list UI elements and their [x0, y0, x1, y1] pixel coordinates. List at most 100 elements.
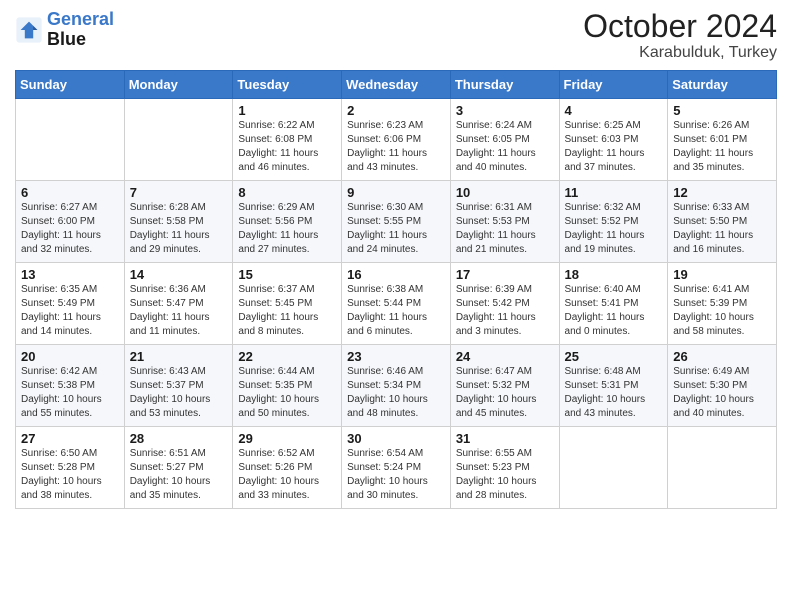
day-info: Sunrise: 6:42 AM Sunset: 5:38 PM Dayligh… [21, 365, 119, 421]
day-cell: 18Sunrise: 6:40 AM Sunset: 5:41 PM Dayli… [559, 263, 668, 345]
day-cell: 21Sunrise: 6:43 AM Sunset: 5:37 PM Dayli… [124, 345, 233, 427]
day-number: 15 [238, 267, 336, 282]
day-info: Sunrise: 6:25 AM Sunset: 6:03 PM Dayligh… [565, 119, 663, 175]
day-info: Sunrise: 6:49 AM Sunset: 5:30 PM Dayligh… [673, 365, 771, 421]
day-number: 27 [21, 431, 119, 446]
day-number: 26 [673, 349, 771, 364]
week-row-1: 1Sunrise: 6:22 AM Sunset: 6:08 PM Daylig… [16, 99, 777, 181]
day-info: Sunrise: 6:35 AM Sunset: 5:49 PM Dayligh… [21, 283, 119, 339]
day-cell [16, 99, 125, 181]
day-cell: 5Sunrise: 6:26 AM Sunset: 6:01 PM Daylig… [668, 99, 777, 181]
day-number: 20 [21, 349, 119, 364]
day-cell: 14Sunrise: 6:36 AM Sunset: 5:47 PM Dayli… [124, 263, 233, 345]
day-cell: 19Sunrise: 6:41 AM Sunset: 5:39 PM Dayli… [668, 263, 777, 345]
day-number: 22 [238, 349, 336, 364]
day-number: 5 [673, 103, 771, 118]
day-cell: 11Sunrise: 6:32 AM Sunset: 5:52 PM Dayli… [559, 181, 668, 263]
day-info: Sunrise: 6:51 AM Sunset: 5:27 PM Dayligh… [130, 447, 228, 503]
day-cell [124, 99, 233, 181]
day-number: 10 [456, 185, 554, 200]
day-info: Sunrise: 6:48 AM Sunset: 5:31 PM Dayligh… [565, 365, 663, 421]
day-info: Sunrise: 6:40 AM Sunset: 5:41 PM Dayligh… [565, 283, 663, 339]
day-info: Sunrise: 6:43 AM Sunset: 5:37 PM Dayligh… [130, 365, 228, 421]
month-title: October 2024 [583, 10, 777, 42]
day-number: 13 [21, 267, 119, 282]
weekday-header-saturday: Saturday [668, 71, 777, 99]
day-cell: 23Sunrise: 6:46 AM Sunset: 5:34 PM Dayli… [342, 345, 451, 427]
week-row-4: 20Sunrise: 6:42 AM Sunset: 5:38 PM Dayli… [16, 345, 777, 427]
day-cell: 31Sunrise: 6:55 AM Sunset: 5:23 PM Dayli… [450, 427, 559, 509]
day-cell: 26Sunrise: 6:49 AM Sunset: 5:30 PM Dayli… [668, 345, 777, 427]
logo-icon [15, 16, 43, 44]
day-info: Sunrise: 6:46 AM Sunset: 5:34 PM Dayligh… [347, 365, 445, 421]
calendar-table: SundayMondayTuesdayWednesdayThursdayFrid… [15, 70, 777, 509]
day-info: Sunrise: 6:38 AM Sunset: 5:44 PM Dayligh… [347, 283, 445, 339]
weekday-header-wednesday: Wednesday [342, 71, 451, 99]
day-cell: 12Sunrise: 6:33 AM Sunset: 5:50 PM Dayli… [668, 181, 777, 263]
day-number: 3 [456, 103, 554, 118]
day-number: 21 [130, 349, 228, 364]
day-number: 29 [238, 431, 336, 446]
week-row-2: 6Sunrise: 6:27 AM Sunset: 6:00 PM Daylig… [16, 181, 777, 263]
weekday-header-tuesday: Tuesday [233, 71, 342, 99]
day-number: 7 [130, 185, 228, 200]
day-cell: 8Sunrise: 6:29 AM Sunset: 5:56 PM Daylig… [233, 181, 342, 263]
day-number: 12 [673, 185, 771, 200]
day-cell: 13Sunrise: 6:35 AM Sunset: 5:49 PM Dayli… [16, 263, 125, 345]
day-number: 14 [130, 267, 228, 282]
title-block: October 2024 Karabulduk, Turkey [583, 10, 777, 62]
day-cell: 4Sunrise: 6:25 AM Sunset: 6:03 PM Daylig… [559, 99, 668, 181]
day-info: Sunrise: 6:32 AM Sunset: 5:52 PM Dayligh… [565, 201, 663, 257]
day-info: Sunrise: 6:23 AM Sunset: 6:06 PM Dayligh… [347, 119, 445, 175]
day-cell: 30Sunrise: 6:54 AM Sunset: 5:24 PM Dayli… [342, 427, 451, 509]
day-number: 17 [456, 267, 554, 282]
day-cell: 22Sunrise: 6:44 AM Sunset: 5:35 PM Dayli… [233, 345, 342, 427]
day-info: Sunrise: 6:55 AM Sunset: 5:23 PM Dayligh… [456, 447, 554, 503]
day-info: Sunrise: 6:52 AM Sunset: 5:26 PM Dayligh… [238, 447, 336, 503]
day-number: 28 [130, 431, 228, 446]
day-info: Sunrise: 6:28 AM Sunset: 5:58 PM Dayligh… [130, 201, 228, 257]
day-cell: 16Sunrise: 6:38 AM Sunset: 5:44 PM Dayli… [342, 263, 451, 345]
day-number: 16 [347, 267, 445, 282]
day-number: 18 [565, 267, 663, 282]
day-cell: 27Sunrise: 6:50 AM Sunset: 5:28 PM Dayli… [16, 427, 125, 509]
day-cell: 28Sunrise: 6:51 AM Sunset: 5:27 PM Dayli… [124, 427, 233, 509]
day-number: 11 [565, 185, 663, 200]
day-info: Sunrise: 6:50 AM Sunset: 5:28 PM Dayligh… [21, 447, 119, 503]
day-info: Sunrise: 6:31 AM Sunset: 5:53 PM Dayligh… [456, 201, 554, 257]
day-cell: 9Sunrise: 6:30 AM Sunset: 5:55 PM Daylig… [342, 181, 451, 263]
day-info: Sunrise: 6:39 AM Sunset: 5:42 PM Dayligh… [456, 283, 554, 339]
day-cell: 7Sunrise: 6:28 AM Sunset: 5:58 PM Daylig… [124, 181, 233, 263]
day-number: 8 [238, 185, 336, 200]
location-title: Karabulduk, Turkey [583, 44, 777, 62]
day-cell: 24Sunrise: 6:47 AM Sunset: 5:32 PM Dayli… [450, 345, 559, 427]
day-info: Sunrise: 6:54 AM Sunset: 5:24 PM Dayligh… [347, 447, 445, 503]
weekday-header-thursday: Thursday [450, 71, 559, 99]
day-number: 19 [673, 267, 771, 282]
week-row-5: 27Sunrise: 6:50 AM Sunset: 5:28 PM Dayli… [16, 427, 777, 509]
day-cell: 17Sunrise: 6:39 AM Sunset: 5:42 PM Dayli… [450, 263, 559, 345]
day-number: 4 [565, 103, 663, 118]
calendar-page: General Blue October 2024 Karabulduk, Tu… [0, 0, 792, 612]
day-number: 24 [456, 349, 554, 364]
weekday-header-row: SundayMondayTuesdayWednesdayThursdayFrid… [16, 71, 777, 99]
day-info: Sunrise: 6:22 AM Sunset: 6:08 PM Dayligh… [238, 119, 336, 175]
day-number: 6 [21, 185, 119, 200]
weekday-header-sunday: Sunday [16, 71, 125, 99]
day-number: 31 [456, 431, 554, 446]
day-cell: 6Sunrise: 6:27 AM Sunset: 6:00 PM Daylig… [16, 181, 125, 263]
day-number: 23 [347, 349, 445, 364]
day-info: Sunrise: 6:41 AM Sunset: 5:39 PM Dayligh… [673, 283, 771, 339]
day-cell [559, 427, 668, 509]
day-info: Sunrise: 6:26 AM Sunset: 6:01 PM Dayligh… [673, 119, 771, 175]
day-cell [668, 427, 777, 509]
day-cell: 3Sunrise: 6:24 AM Sunset: 6:05 PM Daylig… [450, 99, 559, 181]
day-cell: 20Sunrise: 6:42 AM Sunset: 5:38 PM Dayli… [16, 345, 125, 427]
day-number: 30 [347, 431, 445, 446]
weekday-header-monday: Monday [124, 71, 233, 99]
day-number: 1 [238, 103, 336, 118]
day-cell: 25Sunrise: 6:48 AM Sunset: 5:31 PM Dayli… [559, 345, 668, 427]
day-info: Sunrise: 6:33 AM Sunset: 5:50 PM Dayligh… [673, 201, 771, 257]
logo: General Blue [15, 10, 114, 50]
week-row-3: 13Sunrise: 6:35 AM Sunset: 5:49 PM Dayli… [16, 263, 777, 345]
